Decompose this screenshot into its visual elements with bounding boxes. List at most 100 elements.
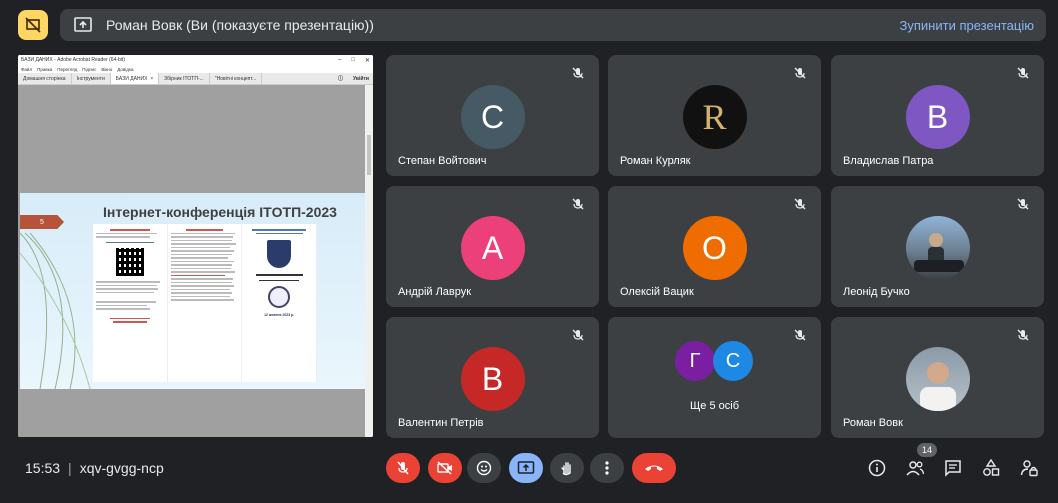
others-count-label: Ще 5 осіб: [689, 400, 740, 412]
mic-off-icon: [793, 197, 807, 211]
itotp-logo: [268, 286, 291, 308]
banner-title: Роман Вовк (Ви (показуєте презентацію)): [106, 17, 374, 33]
tab-tools[interactable]: Інструменти: [72, 73, 111, 84]
brochure-column: 12 жовтня 2023 р.: [242, 224, 318, 382]
meeting-details-button[interactable]: [866, 457, 888, 479]
document-scrollbar[interactable]: [365, 85, 373, 437]
minimize-icon[interactable]: –: [338, 57, 341, 64]
participant-name: Олексій Вацик: [620, 286, 694, 298]
window-menubar: Файл Правка Перегляд Підпис Вікно Довідк…: [18, 65, 373, 73]
leave-call-button[interactable]: [632, 453, 676, 483]
hand-icon: [561, 462, 571, 476]
meeting-info: 15:53 | xqv-gvgg-ncp: [25, 460, 164, 476]
activities-button[interactable]: [980, 457, 1002, 479]
mic-off-icon: [571, 197, 585, 211]
participant-name: Андрій Лаврук: [398, 286, 472, 298]
raise-hand-button[interactable]: [550, 453, 584, 483]
camera-toggle-button[interactable]: [428, 453, 462, 483]
participant-tile[interactable]: А Андрій Лаврук: [386, 186, 599, 307]
participant-name: Леонід Бучко: [843, 286, 910, 298]
more-vert-icon: [605, 461, 609, 475]
signin-button[interactable]: ⓘ Увійти: [338, 73, 373, 84]
scrollbar-thumb[interactable]: [367, 135, 371, 175]
avatar: О: [682, 216, 747, 280]
camera-off-icon: [437, 461, 452, 475]
mic-off-icon: [571, 328, 585, 342]
chat-button[interactable]: [942, 457, 964, 479]
activities-shapes-icon: [983, 459, 1000, 476]
slide-title: Інтернет-конференція ITОТП-2023: [103, 204, 337, 220]
mic-off-icon: [793, 66, 807, 80]
mic-off-icon: [793, 328, 807, 342]
participant-name: Степан Войтович: [398, 155, 487, 167]
stop-presenting-button[interactable]: Зупинити презентацію: [900, 18, 1034, 33]
maximize-icon[interactable]: □: [351, 57, 355, 64]
tab-document-active[interactable]: БАЗИ ДАНИХ ×: [110, 73, 160, 84]
mic-off-icon: [397, 461, 409, 475]
participant-count-badge: 14: [917, 443, 937, 457]
help-icon[interactable]: ⓘ: [338, 75, 343, 82]
avatar: С: [460, 85, 525, 149]
tab-document[interactable]: "Новітні концепт...: [210, 73, 263, 84]
university-emblem: [267, 240, 292, 268]
conference-brochure: 12 жовтня 2023 р.: [93, 224, 318, 382]
mic-toggle-button[interactable]: [386, 453, 420, 483]
meeting-code: xqv-gvgg-ncp: [79, 460, 164, 476]
mic-off-icon: [1016, 66, 1030, 80]
shared-screen: БАЗИ ДАНИХ - Adobe Acrobat Reader (64-bi…: [18, 55, 373, 437]
avatar: А: [460, 216, 525, 280]
people-button[interactable]: [904, 457, 926, 479]
no-video-present-icon: [25, 17, 41, 33]
menu-item[interactable]: Файл: [21, 67, 32, 72]
clock: 15:53: [25, 460, 61, 476]
avatar: R: [682, 85, 747, 149]
divider: |: [68, 460, 72, 476]
participant-name: Роман Курляк: [620, 155, 691, 167]
window-title: БАЗИ ДАНИХ - Adobe Acrobat Reader (64-bi…: [21, 57, 125, 63]
menu-item[interactable]: Перегляд: [57, 67, 77, 72]
menu-item[interactable]: Підпис: [82, 67, 96, 72]
participant-tile[interactable]: В Владислав Патра: [831, 55, 1044, 176]
host-controls-button[interactable]: [1018, 457, 1040, 479]
reactions-button[interactable]: [467, 453, 501, 483]
others-tile[interactable]: Г С Ще 5 осіб: [608, 317, 821, 438]
qr-code: [115, 248, 144, 276]
emoji-icon: [476, 460, 492, 476]
participant-name: Владислав Патра: [843, 155, 934, 167]
reader-tabs: Домашня сторінка Інструменти БАЗИ ДАНИХ …: [18, 73, 373, 85]
menu-item[interactable]: Правка: [37, 67, 52, 72]
lock-person-icon: [1020, 460, 1038, 477]
menu-item[interactable]: Довідка: [117, 67, 133, 72]
tab-close-icon[interactable]: ×: [150, 76, 153, 82]
participant-tile[interactable]: Роман Вовк: [831, 317, 1044, 438]
participant-tile[interactable]: Леонід Бучко: [831, 186, 1044, 307]
menu-item[interactable]: Вікно: [101, 67, 112, 72]
avatar: В: [460, 347, 525, 411]
present-screen-icon: [72, 14, 94, 36]
participant-name: Роман Вовк: [843, 417, 903, 429]
window-titlebar: БАЗИ ДАНИХ - Adobe Acrobat Reader (64-bi…: [18, 55, 373, 65]
participant-tile[interactable]: R Роман Курляк: [608, 55, 821, 176]
avatar: Г: [675, 341, 715, 381]
presentation-indicator-button[interactable]: [18, 10, 48, 40]
participant-tile[interactable]: В Валентин Петрів: [386, 317, 599, 438]
participant-tile[interactable]: О Олексій Вацик: [608, 186, 821, 307]
info-icon: [868, 459, 886, 477]
slide: 5 Інтернет-конференція ITОТП-2023 12 жов…: [20, 193, 365, 389]
document-area: 5 Інтернет-конференція ITОТП-2023 12 жов…: [18, 85, 365, 437]
profile-photo: [905, 216, 970, 280]
present-now-button[interactable]: [509, 453, 543, 483]
more-options-button[interactable]: [590, 453, 624, 483]
chat-icon: [945, 460, 961, 477]
tab-home[interactable]: Домашня сторінка: [18, 73, 72, 84]
participant-name: Валентин Петрів: [398, 417, 484, 429]
avatar: С: [713, 341, 753, 381]
close-icon[interactable]: ✕: [365, 57, 370, 64]
people-icon: [906, 461, 925, 476]
slide-number: 5: [20, 215, 64, 229]
mic-off-icon: [571, 66, 585, 80]
tab-document[interactable]: Збірник ITOTП-...: [159, 73, 210, 84]
brochure-column: [168, 224, 243, 382]
participant-tile[interactable]: С Степан Войтович: [386, 55, 599, 176]
brochure-column: [93, 224, 168, 382]
